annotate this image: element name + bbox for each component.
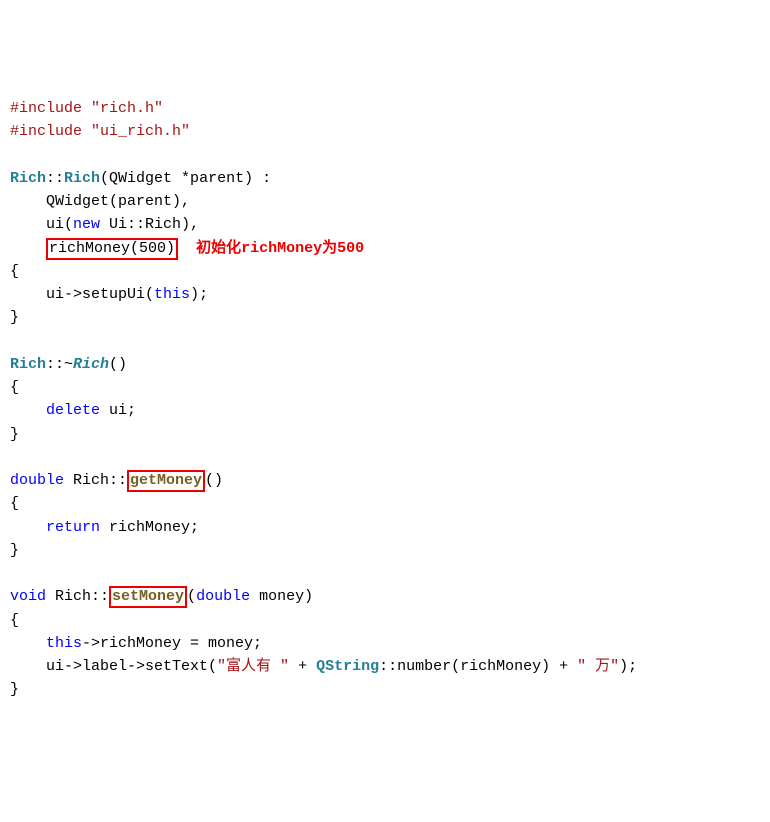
brace: { bbox=[10, 379, 19, 396]
stmt: richMoney; bbox=[100, 519, 199, 536]
line: void Rich::setMoney(double money) bbox=[10, 588, 313, 605]
return-type: void bbox=[10, 588, 46, 605]
this-keyword: this bbox=[154, 286, 190, 303]
preproc-directive: #include bbox=[10, 123, 82, 140]
line: richMoney(500) 初始化richMoney为500 bbox=[10, 240, 364, 257]
this-keyword: this bbox=[46, 635, 82, 652]
return-keyword: return bbox=[46, 519, 100, 536]
class-name: Rich bbox=[10, 356, 46, 373]
brace: { bbox=[10, 495, 19, 512]
paren: () bbox=[109, 356, 127, 373]
stmt: ui; bbox=[100, 402, 136, 419]
line: delete ui; bbox=[10, 402, 136, 419]
line: this->richMoney = money; bbox=[10, 635, 262, 652]
stmt: ::number(richMoney) + bbox=[379, 658, 577, 675]
punct: ); bbox=[190, 286, 208, 303]
line: Rich::Rich(QWidget *parent) : bbox=[10, 170, 271, 187]
punct: ), bbox=[181, 216, 199, 233]
func-name: getMoney bbox=[130, 472, 202, 489]
param-type: double bbox=[196, 588, 250, 605]
brace: } bbox=[10, 681, 19, 698]
line: ui->label->setText("富人有 " + QString::num… bbox=[10, 658, 637, 675]
line: #include "rich.h" bbox=[10, 100, 163, 117]
param-rest: money) bbox=[250, 588, 313, 605]
func-name: setMoney bbox=[112, 588, 184, 605]
punct: ); bbox=[619, 658, 637, 675]
line: #include "ui_rich.h" bbox=[10, 123, 190, 140]
highlight-box: richMoney(500) bbox=[46, 238, 178, 260]
preproc-directive: #include bbox=[10, 100, 82, 117]
ctor-name: Rich bbox=[64, 170, 100, 187]
init-list-item: richMoney(500) bbox=[49, 240, 175, 257]
stmt: ui->setupUi( bbox=[46, 286, 154, 303]
class-name: Rich bbox=[10, 170, 46, 187]
line: Rich::~Rich() bbox=[10, 356, 127, 373]
op: + bbox=[289, 658, 316, 675]
class-scope: Rich:: bbox=[46, 588, 109, 605]
annotation: 初始化richMoney为500 bbox=[196, 240, 364, 257]
stmt: ->richMoney = money; bbox=[82, 635, 262, 652]
highlight-box: setMoney bbox=[109, 586, 187, 608]
ctor-params: (QWidget *parent) : bbox=[100, 170, 271, 187]
delete-keyword: delete bbox=[46, 402, 100, 419]
class-ref: Ui::Rich bbox=[100, 216, 181, 233]
brace: } bbox=[10, 542, 19, 559]
brace: } bbox=[10, 426, 19, 443]
stmt: ui->label->setText( bbox=[46, 658, 217, 675]
line: return richMoney; bbox=[10, 519, 199, 536]
line: double Rich::getMoney() bbox=[10, 472, 223, 489]
class-ref: QString bbox=[316, 658, 379, 675]
init-list-item: ui( bbox=[46, 216, 73, 233]
include-path: "ui_rich.h" bbox=[91, 123, 190, 140]
line: QWidget(parent), bbox=[10, 193, 190, 210]
dtor-name: Rich bbox=[73, 356, 109, 373]
init-list-item: QWidget(parent), bbox=[46, 193, 190, 210]
paren: ( bbox=[187, 588, 196, 605]
scope-op: ::~ bbox=[46, 356, 73, 373]
line: ui(new Ui::Rich), bbox=[10, 216, 199, 233]
class-scope: Rich:: bbox=[64, 472, 127, 489]
string-literal: " 万" bbox=[577, 658, 619, 675]
brace: } bbox=[10, 309, 19, 326]
include-path: "rich.h" bbox=[91, 100, 163, 117]
string-literal: "富人有 " bbox=[217, 658, 289, 675]
highlight-box: getMoney bbox=[127, 470, 205, 492]
brace: { bbox=[10, 263, 19, 280]
line: ui->setupUi(this); bbox=[10, 286, 208, 303]
new-keyword: new bbox=[73, 216, 100, 233]
paren: () bbox=[205, 472, 223, 489]
brace: { bbox=[10, 612, 19, 629]
scope-op: :: bbox=[46, 170, 64, 187]
return-type: double bbox=[10, 472, 64, 489]
